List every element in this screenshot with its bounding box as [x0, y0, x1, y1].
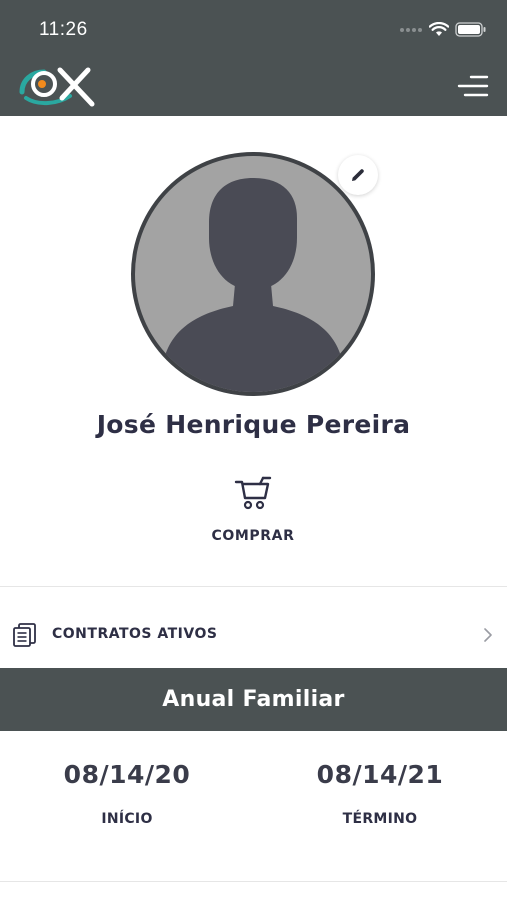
logo-icon	[19, 67, 95, 107]
status-bar: 11:26	[0, 0, 507, 60]
cart-icon	[234, 476, 272, 510]
menu-button[interactable]	[457, 72, 489, 100]
menu-icon	[457, 75, 489, 97]
end-date-label: TÉRMINO	[342, 811, 418, 827]
edit-profile-button[interactable]	[338, 155, 378, 195]
plan-header: Anual Familiar	[0, 668, 507, 731]
start-date-value: 08/14/20	[63, 760, 191, 789]
battery-icon	[455, 22, 486, 37]
profile-avatar[interactable]	[131, 152, 375, 396]
end-date-block: 08/14/21 TÉRMINO	[290, 760, 470, 827]
status-time: 11:26	[39, 19, 88, 40]
documents-icon	[13, 623, 36, 647]
buy-label: COMPRAR	[211, 528, 295, 544]
buy-button[interactable]: COMPRAR	[203, 472, 303, 558]
avatar-background	[135, 156, 371, 392]
person-silhouette-icon	[161, 178, 345, 392]
profile-name: José Henrique Pereira	[96, 410, 411, 439]
plan-name: Anual Familiar	[162, 687, 345, 712]
divider	[0, 586, 507, 587]
active-contracts-row[interactable]: CONTRATOS ATIVOS	[0, 605, 507, 663]
start-date-block: 08/14/20 INÍCIO	[37, 760, 217, 827]
signal-icon	[400, 27, 422, 32]
bottom-divider	[0, 881, 507, 882]
pencil-icon	[352, 169, 364, 181]
app-header	[0, 60, 507, 116]
chevron-right-icon	[484, 628, 492, 642]
wifi-icon	[429, 22, 449, 36]
brand-logo[interactable]	[18, 62, 102, 112]
contracts-label: CONTRATOS ATIVOS	[52, 626, 218, 642]
status-icons	[399, 22, 487, 37]
start-date-label: INÍCIO	[101, 811, 153, 827]
end-date-value: 08/14/21	[316, 760, 444, 789]
